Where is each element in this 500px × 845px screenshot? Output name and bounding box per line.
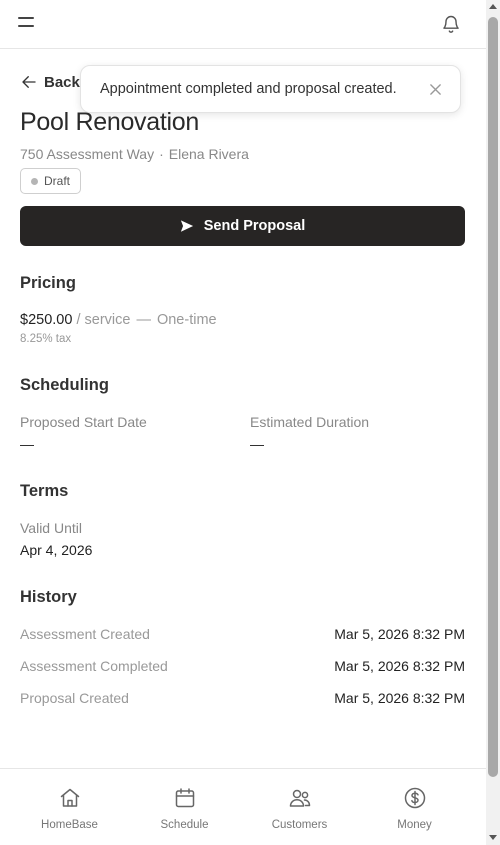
- top-bar: [0, 0, 486, 49]
- terms-heading: Terms: [20, 482, 69, 500]
- calendar-icon: [175, 788, 194, 808]
- page-title: Pool Renovation: [20, 108, 199, 136]
- status-badge-label: Draft: [44, 174, 71, 188]
- bottom-navigation: HomeBase Schedule Customers Money: [0, 768, 486, 845]
- history-heading: History: [20, 588, 77, 606]
- send-proposal-label: Send Proposal: [203, 218, 306, 234]
- estimated-duration-value: —: [250, 436, 264, 452]
- pricing-heading: Pricing: [20, 274, 76, 292]
- proposed-start-date-label: Proposed Start Date: [20, 414, 147, 430]
- home-icon: [60, 788, 79, 807]
- price-line: $250.00 / service — One-time: [20, 312, 217, 328]
- history-item-date: Mar 5, 2026 8:32 PM: [334, 658, 465, 674]
- subline-separator: ·: [159, 146, 164, 162]
- nav-label: Money: [397, 819, 432, 831]
- nav-label: Schedule: [160, 819, 209, 831]
- proposal-subline: 750 Assessment Way · Elena Rivera: [20, 146, 249, 162]
- arrow-left-icon: [22, 76, 36, 88]
- send-proposal-button[interactable]: Send Proposal: [20, 206, 465, 246]
- history-item-label: Assessment Completed: [20, 658, 168, 674]
- history-item-date: Mar 5, 2026 8:32 PM: [334, 626, 465, 642]
- status-dot-icon: [31, 177, 38, 185]
- nav-label: HomeBase: [41, 819, 98, 831]
- price-amount: $250.00: [20, 312, 73, 328]
- back-link[interactable]: Back: [20, 72, 80, 92]
- price-frequency: One-time: [156, 312, 217, 328]
- hamburger-icon[interactable]: [18, 17, 34, 29]
- scroll-up-arrow-icon[interactable]: [489, 4, 497, 9]
- valid-until-value: Apr 4, 2026: [20, 542, 93, 558]
- users-icon: [289, 789, 310, 807]
- price-separator: —: [136, 312, 151, 328]
- proposal-customer: Elena Rivera: [168, 146, 249, 162]
- history-item-label: Assessment Created: [20, 626, 150, 642]
- scheduling-heading: Scheduling: [20, 376, 109, 394]
- valid-until-label: Valid Until: [20, 520, 82, 536]
- proposal-address: 750 Assessment Way: [20, 146, 155, 162]
- status-badge: Draft: [20, 168, 82, 194]
- nav-item-homebase[interactable]: HomeBase: [9, 769, 130, 845]
- scroll-thumb[interactable]: [488, 17, 498, 777]
- price-unit: / service: [76, 312, 131, 328]
- nav-label: Customers: [271, 819, 328, 831]
- toast-notification: Appointment completed and proposal creat…: [80, 65, 461, 113]
- page-scrollbar[interactable]: [486, 0, 500, 845]
- tax-rate: 8.25% tax: [20, 333, 72, 345]
- back-label: Back: [44, 73, 80, 91]
- nav-item-customers[interactable]: Customers: [239, 769, 360, 845]
- estimated-duration-label: Estimated Duration: [250, 414, 370, 430]
- toast-message: Appointment completed and proposal creat…: [100, 81, 397, 97]
- nav-item-money[interactable]: Money: [354, 769, 475, 845]
- close-icon[interactable]: [429, 83, 442, 96]
- nav-item-schedule[interactable]: Schedule: [124, 769, 245, 845]
- history-item-date: Mar 5, 2026 8:32 PM: [334, 690, 465, 706]
- history-item-label: Proposal Created: [20, 690, 129, 706]
- send-icon: [180, 220, 193, 232]
- bell-icon[interactable]: [441, 14, 461, 34]
- proposed-start-date-value: —: [20, 436, 34, 452]
- dollar-icon: [404, 787, 425, 809]
- scroll-down-arrow-icon[interactable]: [489, 835, 497, 840]
